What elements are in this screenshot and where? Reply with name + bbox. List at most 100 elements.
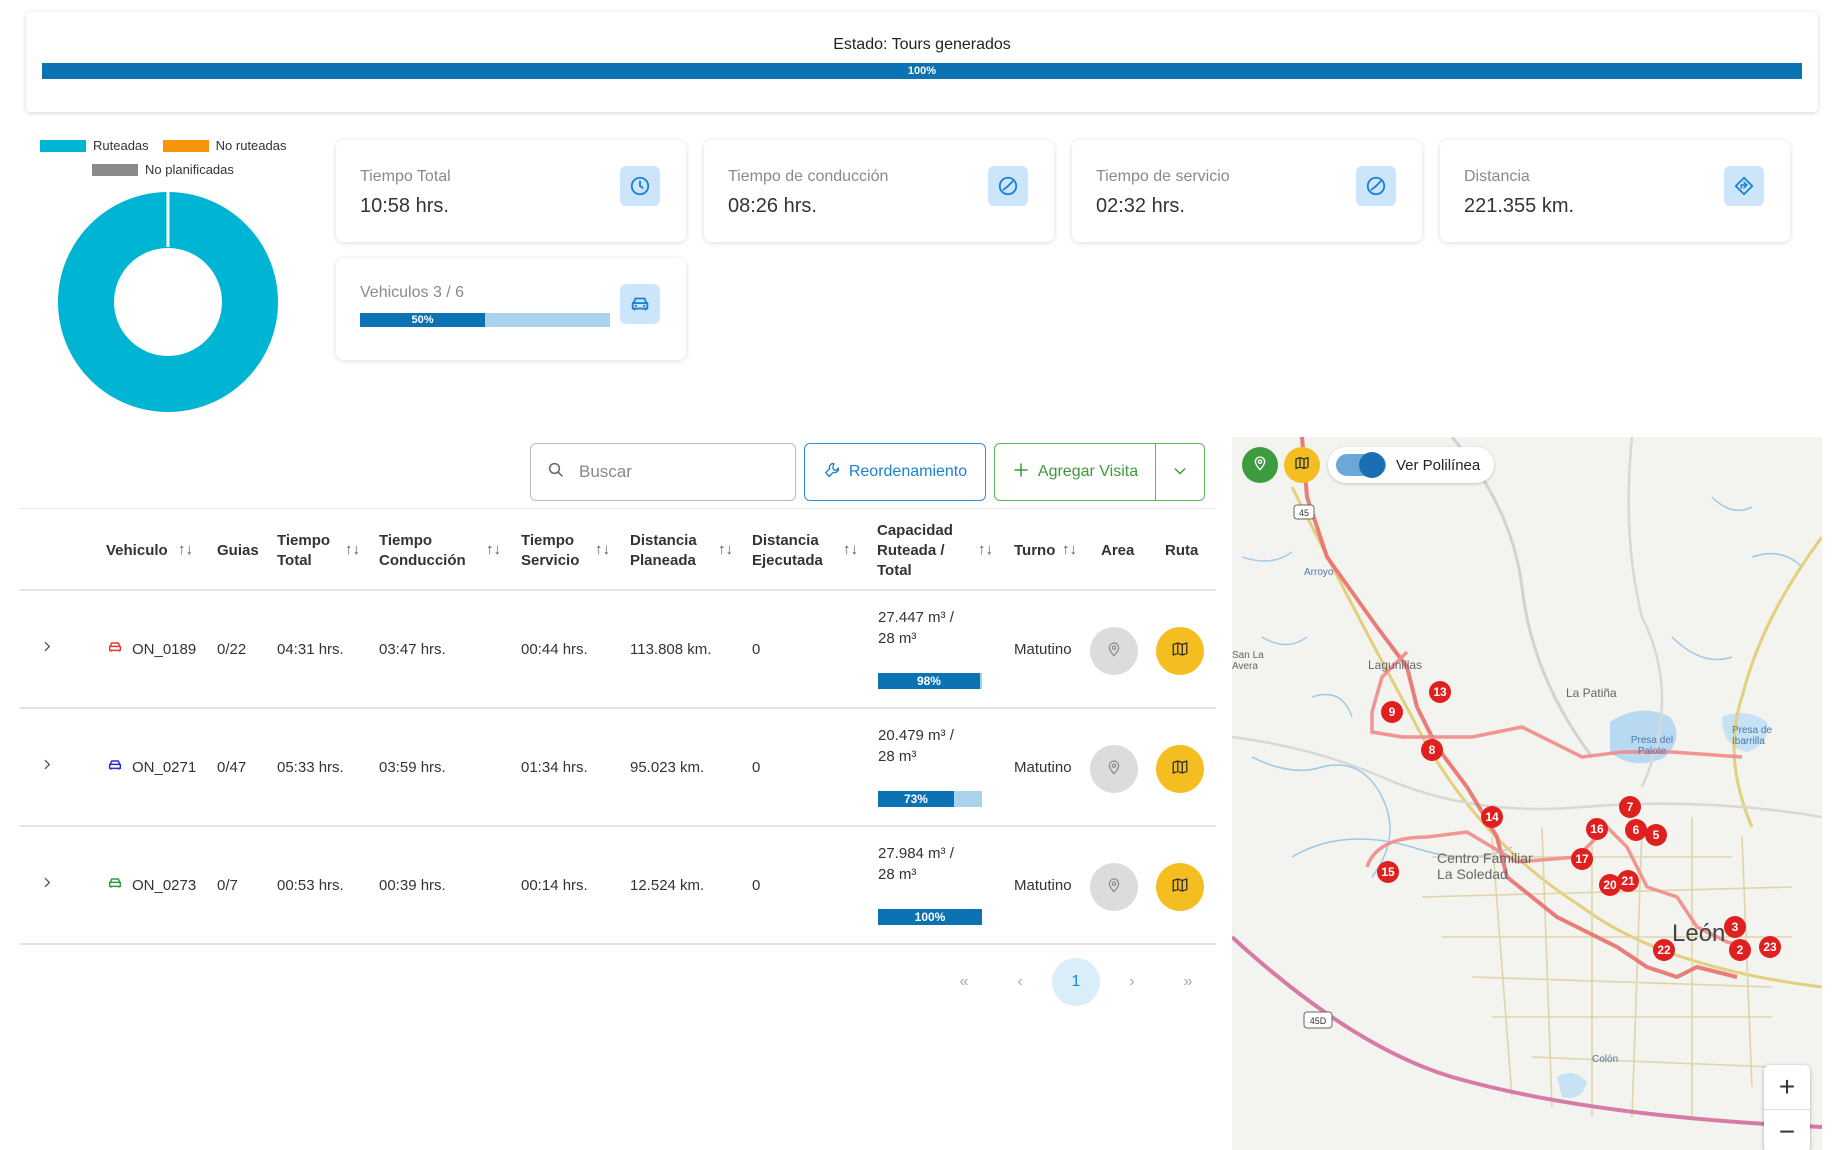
sort-icon[interactable]: ↑↓ <box>978 541 993 558</box>
route-stop-marker[interactable]: 16 <box>1586 818 1608 840</box>
cell-tiempo-servicio: 00:44 hrs. <box>521 641 588 658</box>
map-place-label: San La Avera <box>1232 650 1264 672</box>
route-stop-marker[interactable]: 9 <box>1381 701 1403 723</box>
route-stop-marker[interactable]: 8 <box>1421 739 1443 761</box>
table-row[interactable]: ON_0273 0/7 00:53 hrs. 00:39 hrs. 00:14 … <box>20 827 1216 945</box>
expand-row-icon[interactable] <box>40 640 54 659</box>
zoom-in-button[interactable]: + <box>1764 1065 1810 1109</box>
cell-distancia-planeada: 95.023 km. <box>630 759 705 776</box>
map-layers-button[interactable] <box>1284 447 1320 483</box>
reorder-button[interactable]: Reordenamiento <box>804 443 986 501</box>
route-stop-marker[interactable]: 23 <box>1759 936 1781 958</box>
donut-chart <box>58 192 278 412</box>
header-label: Servicio <box>521 551 580 569</box>
legend-item-no-planificadas[interactable]: No planificadas <box>92 162 234 177</box>
legend-swatch <box>162 139 209 152</box>
route-map[interactable]: 45 45D 9 13 8 14 7 16 6 5 15 17 20 21 3 … <box>1232 437 1822 1150</box>
status-title: Estado: Tours generados <box>833 36 1011 53</box>
zoom-out-button[interactable]: − <box>1764 1109 1810 1150</box>
route-stop-marker[interactable]: 17 <box>1571 848 1593 870</box>
header-capacidad[interactable]: Capacidad Ruteada / Total <box>877 509 953 592</box>
cell-tiempo-servicio: 01:34 hrs. <box>521 759 588 776</box>
sort-icon[interactable]: ↑↓ <box>178 541 193 558</box>
table-row[interactable]: ON_0189 0/22 04:31 hrs. 03:47 hrs. 00:44… <box>20 591 1216 709</box>
page-first-button[interactable]: « <box>940 973 988 991</box>
header-distancia-ejecutada[interactable]: Distancia Ejecutada <box>752 509 823 592</box>
cell-tiempo-servicio: 00:14 hrs. <box>521 877 588 894</box>
svg-text:13: 13 <box>1433 685 1447 699</box>
area-button[interactable] <box>1090 863 1138 911</box>
route-stop-marker[interactable]: 21 <box>1617 870 1639 892</box>
route-stop-marker[interactable]: 14 <box>1481 806 1503 828</box>
polyline-toggle-switch[interactable] <box>1336 452 1386 478</box>
area-button[interactable] <box>1090 745 1138 793</box>
route-map-button[interactable] <box>1156 745 1204 793</box>
svg-text:15: 15 <box>1381 865 1395 879</box>
header-vehiculo[interactable]: Vehiculo <box>106 509 168 592</box>
sort-icon[interactable]: ↑↓ <box>595 541 610 558</box>
map-zoom-control: + − <box>1764 1065 1810 1150</box>
sort-icon[interactable]: ↑↓ <box>718 541 733 558</box>
page-prev-button[interactable]: ‹ <box>988 973 1052 991</box>
svg-text:3: 3 <box>1732 920 1739 934</box>
area-button[interactable] <box>1090 627 1138 675</box>
cell-tiempo-total: 05:33 hrs. <box>277 759 344 776</box>
header-label: Ruta <box>1165 541 1199 559</box>
map-icon <box>1170 758 1190 781</box>
route-stop-marker[interactable]: 5 <box>1645 824 1667 846</box>
map-road <box>1450 437 1594 758</box>
car-icon <box>620 284 660 324</box>
add-visit-dropdown-button[interactable] <box>1155 443 1205 501</box>
header-distancia-planeada[interactable]: Distancia Planeada <box>630 509 697 592</box>
header-tiempo-total[interactable]: Tiempo Total <box>277 509 330 592</box>
page-next-button[interactable]: › <box>1100 973 1164 991</box>
header-tiempo-servicio[interactable]: Tiempo Servicio <box>521 509 579 592</box>
route-stop-marker[interactable]: 13 <box>1429 681 1451 703</box>
cell-distancia-ejecutada: 0 <box>752 877 761 894</box>
route-stop-marker[interactable]: 7 <box>1619 796 1641 818</box>
cell-turno: Matutino <box>1014 641 1072 658</box>
map-canvas[interactable]: 45 45D 9 13 8 14 7 16 6 5 15 17 20 21 3 … <box>1232 437 1822 1150</box>
route-stop-marker[interactable]: 6 <box>1625 819 1647 841</box>
search-box[interactable] <box>530 443 796 501</box>
expand-row-icon[interactable] <box>40 758 54 777</box>
expand-row-icon[interactable] <box>40 876 54 895</box>
table-row[interactable]: ON_0271 0/47 05:33 hrs. 03:59 hrs. 01:34… <box>20 709 1216 827</box>
sort-icon[interactable]: ↑↓ <box>1062 541 1077 558</box>
polyline-toggle[interactable]: Ver Polilínea <box>1328 447 1495 483</box>
sort-icon[interactable]: ↑↓ <box>345 541 360 558</box>
reorder-button-label: Reordenamiento <box>848 463 968 480</box>
sort-icon[interactable]: ↑↓ <box>486 541 501 558</box>
sort-icon[interactable]: ↑↓ <box>843 541 858 558</box>
cell-capacidad: 27.984 m³ / 28 m³ <box>878 843 954 885</box>
add-visit-button[interactable]: Agregar Visita <box>994 443 1156 501</box>
status-progress-bar: 100% <box>42 63 1802 79</box>
route-stop-marker[interactable]: 2 <box>1729 939 1751 961</box>
legend-item-no-ruteadas[interactable]: No ruteadas <box>162 138 286 153</box>
metric-card-tiempo-servicio: Tiempo de servicio 02:32 hrs. <box>1072 140 1422 242</box>
route-stop-marker[interactable]: 3 <box>1724 916 1746 938</box>
search-input[interactable] <box>579 462 769 482</box>
cell-distancia-planeada: 12.524 km. <box>630 877 705 894</box>
map-place-label: Lagunillas <box>1368 658 1423 672</box>
capacidad-line: 28 m³ <box>878 630 917 647</box>
map-location-button[interactable] <box>1242 447 1278 483</box>
header-tiempo-conduccion[interactable]: Tiempo Conducción <box>379 509 466 592</box>
legend-item-ruteadas[interactable]: Ruteadas <box>40 138 149 153</box>
metric-label: Distancia <box>1464 168 1530 185</box>
page-number-button[interactable]: 1 <box>1052 958 1100 1006</box>
legend-label: No planificadas <box>145 162 234 177</box>
route-stop-marker[interactable]: 15 <box>1377 861 1399 883</box>
svg-text:6: 6 <box>1633 823 1640 837</box>
svg-text:7: 7 <box>1627 800 1634 814</box>
map-place-label: Centro Familiar <box>1437 850 1533 866</box>
map-river <box>1671 496 1803 661</box>
map-place-label: La Patiña <box>1566 686 1617 700</box>
map-highway <box>1232 935 1822 1129</box>
page-last-button[interactable]: » <box>1164 973 1212 991</box>
route-map-button[interactable] <box>1156 627 1204 675</box>
cell-distancia-ejecutada: 0 <box>752 641 761 658</box>
route-map-button[interactable] <box>1156 863 1204 911</box>
header-turno[interactable]: Turno <box>1014 509 1055 592</box>
header-label: Vehiculo <box>106 541 168 559</box>
